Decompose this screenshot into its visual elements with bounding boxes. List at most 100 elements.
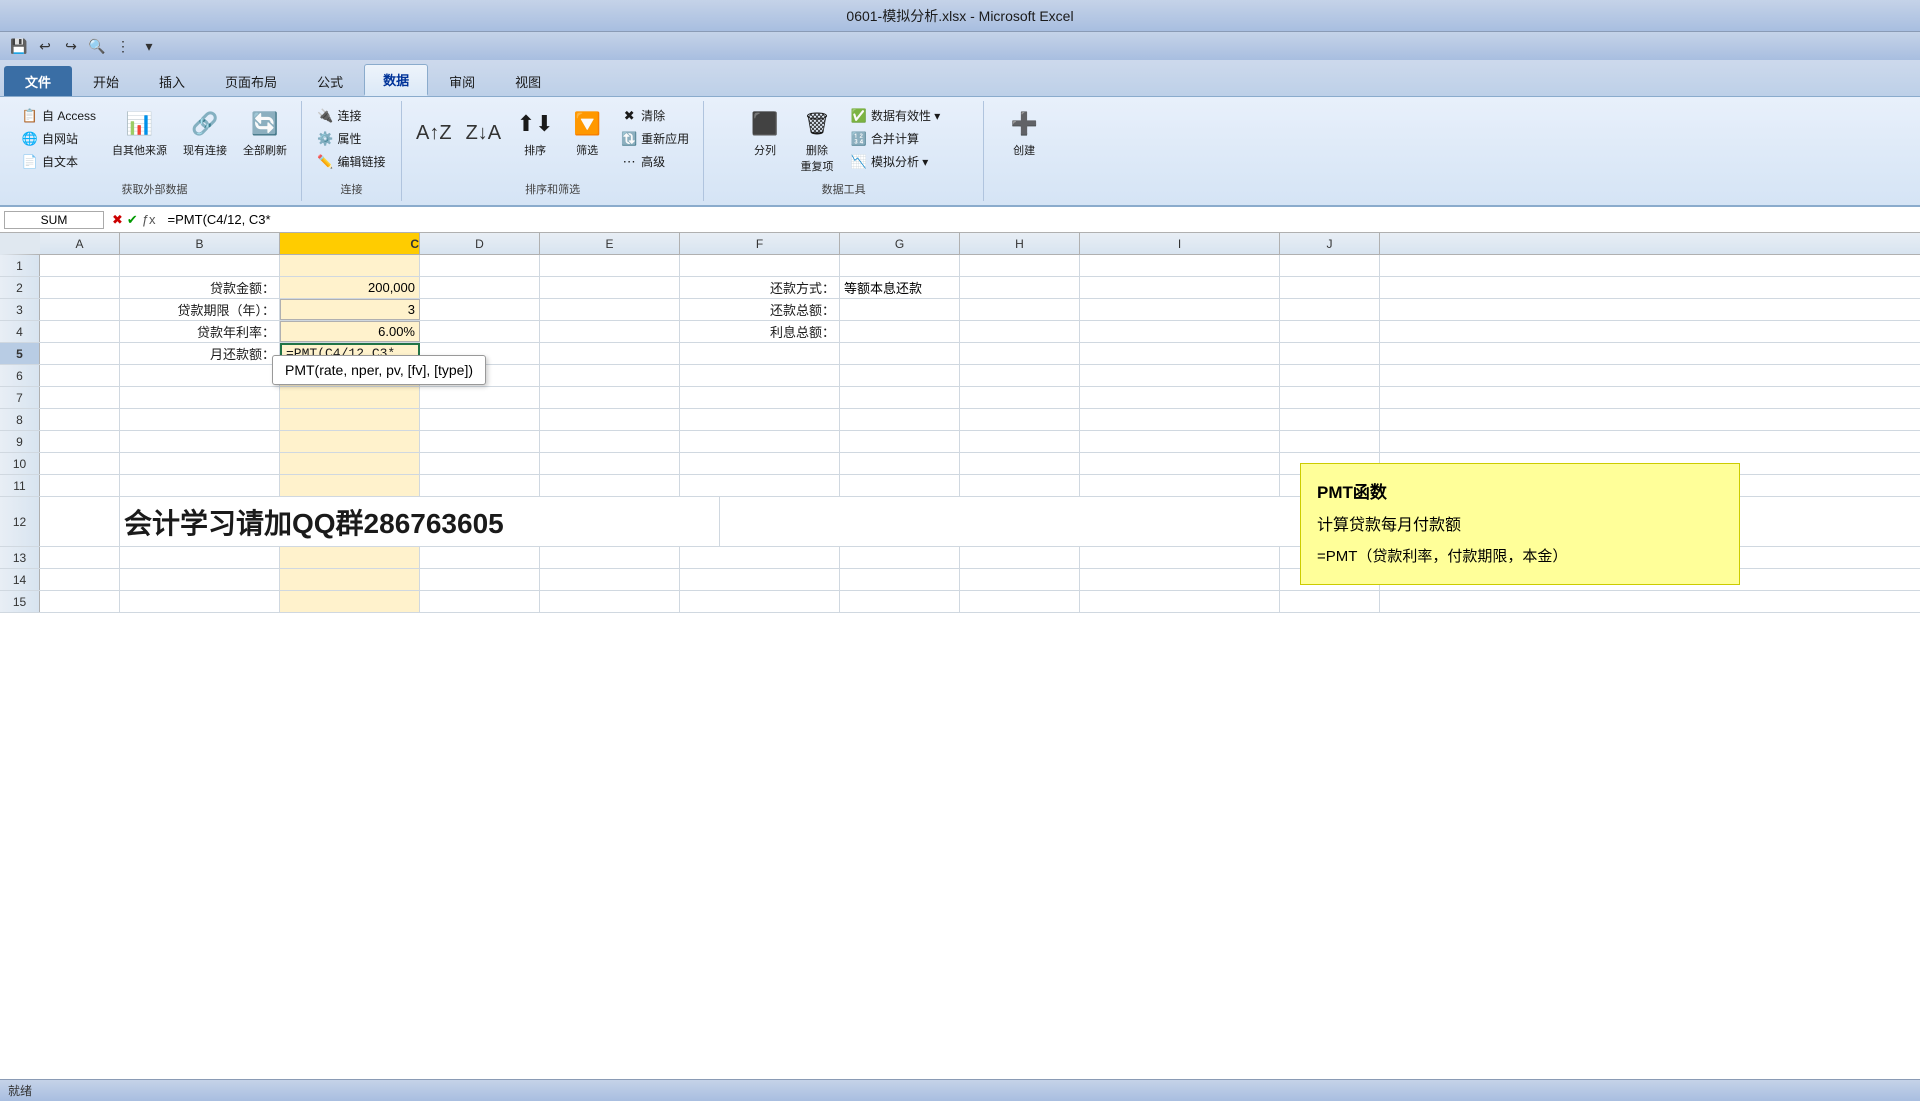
col-header-g[interactable]: G <box>840 233 960 254</box>
cell-e13[interactable] <box>540 547 680 568</box>
cell-b14[interactable] <box>120 569 280 590</box>
cell-c1[interactable] <box>280 255 420 276</box>
cell-j15[interactable] <box>1280 591 1380 612</box>
row-header-15[interactable]: 15 <box>0 591 40 612</box>
cell-b8[interactable] <box>120 409 280 430</box>
split-button[interactable]: ⬛ 分列 <box>741 105 789 161</box>
cell-g8[interactable] <box>840 409 960 430</box>
cell-g13[interactable] <box>840 547 960 568</box>
cell-a1[interactable] <box>40 255 120 276</box>
cell-g9[interactable] <box>840 431 960 452</box>
cell-i13[interactable] <box>1080 547 1280 568</box>
cell-j2[interactable] <box>1280 277 1380 298</box>
row-header-4[interactable]: 4 <box>0 321 40 342</box>
create-button[interactable]: ➕ 创建 <box>1000 105 1048 161</box>
row-header-11[interactable]: 11 <box>0 475 40 496</box>
cell-g6[interactable] <box>840 365 960 386</box>
cell-j9[interactable] <box>1280 431 1380 452</box>
cell-c9[interactable] <box>280 431 420 452</box>
cell-j6[interactable] <box>1280 365 1380 386</box>
cell-j1[interactable] <box>1280 255 1380 276</box>
col-header-j[interactable]: J <box>1280 233 1380 254</box>
existing-connections-button[interactable]: 🔗 现有连接 <box>177 105 233 161</box>
cell-b4[interactable]: 贷款年利率： <box>120 321 280 342</box>
confirm-icon[interactable]: ✔ <box>127 212 138 228</box>
cell-h7[interactable] <box>960 387 1080 408</box>
cell-f4[interactable]: 利息总额： <box>680 321 840 342</box>
cell-a10[interactable] <box>40 453 120 474</box>
cell-a7[interactable] <box>40 387 120 408</box>
cell-e3[interactable] <box>540 299 680 320</box>
row-header-6[interactable]: 6 <box>0 365 40 386</box>
cell-g15[interactable] <box>840 591 960 612</box>
zoom-button[interactable]: 🔍 <box>86 35 108 57</box>
row-header-8[interactable]: 8 <box>0 409 40 430</box>
cell-g2[interactable]: 等额本息还款 <box>840 277 960 298</box>
website-button[interactable]: 🌐 自网站 <box>16 128 102 149</box>
cell-i5[interactable] <box>1080 343 1280 364</box>
cell-e6[interactable] <box>540 365 680 386</box>
sort-button[interactable]: ⬆⬇ 排序 <box>511 105 559 161</box>
cell-e8[interactable] <box>540 409 680 430</box>
cell-g10[interactable] <box>840 453 960 474</box>
cell-f7[interactable] <box>680 387 840 408</box>
cell-a14[interactable] <box>40 569 120 590</box>
col-header-i[interactable]: I <box>1080 233 1280 254</box>
cell-g7[interactable] <box>840 387 960 408</box>
cell-e4[interactable] <box>540 321 680 342</box>
col-header-c[interactable]: C <box>280 233 420 254</box>
name-box[interactable]: SUM <box>4 211 104 229</box>
cell-i9[interactable] <box>1080 431 1280 452</box>
col-header-f[interactable]: F <box>680 233 840 254</box>
cell-b5[interactable]: 月还款额： <box>120 343 280 364</box>
cell-j3[interactable] <box>1280 299 1380 320</box>
row-header-7[interactable]: 7 <box>0 387 40 408</box>
cell-f5[interactable] <box>680 343 840 364</box>
row-header-1[interactable]: 1 <box>0 255 40 276</box>
cell-b2[interactable]: 贷款金额： <box>120 277 280 298</box>
cell-f9[interactable] <box>680 431 840 452</box>
cell-g4[interactable] <box>840 321 960 342</box>
filter-button[interactable]: 🔽 筛选 <box>563 105 611 161</box>
cell-c8[interactable] <box>280 409 420 430</box>
cell-f1[interactable] <box>680 255 840 276</box>
col-header-a[interactable]: A <box>40 233 120 254</box>
cell-g11[interactable] <box>840 475 960 496</box>
cell-j7[interactable] <box>1280 387 1380 408</box>
save-button[interactable]: 💾 <box>8 35 30 57</box>
col-header-b[interactable]: B <box>120 233 280 254</box>
cell-i4[interactable] <box>1080 321 1280 342</box>
cell-c14[interactable] <box>280 569 420 590</box>
text-button[interactable]: 📄 自文本 <box>16 151 102 172</box>
cell-f14[interactable] <box>680 569 840 590</box>
cell-d13[interactable] <box>420 547 540 568</box>
cell-a3[interactable] <box>40 299 120 320</box>
row-header-2[interactable]: 2 <box>0 277 40 298</box>
cell-f11[interactable] <box>680 475 840 496</box>
row-header-10[interactable]: 10 <box>0 453 40 474</box>
cell-h11[interactable] <box>960 475 1080 496</box>
cell-i2[interactable] <box>1080 277 1280 298</box>
sort-asc-button[interactable]: A↑Z <box>410 119 458 148</box>
cell-e5[interactable] <box>540 343 680 364</box>
cell-b6[interactable] <box>120 365 280 386</box>
cell-f15[interactable] <box>680 591 840 612</box>
cell-h1[interactable] <box>960 255 1080 276</box>
tab-formula[interactable]: 公式 <box>298 66 362 96</box>
cell-d11[interactable] <box>420 475 540 496</box>
cell-c7[interactable] <box>280 387 420 408</box>
row-header-5[interactable]: 5 <box>0 343 40 364</box>
cell-i14[interactable] <box>1080 569 1280 590</box>
cell-d8[interactable] <box>420 409 540 430</box>
cell-f13[interactable] <box>680 547 840 568</box>
cell-b12[interactable]: 会计学习请加QQ群286763605 <box>120 497 720 546</box>
tab-pagelayout[interactable]: 页面布局 <box>206 66 296 96</box>
dropdown-button[interactable]: ▾ <box>138 35 160 57</box>
cell-b10[interactable] <box>120 453 280 474</box>
cell-g5[interactable] <box>840 343 960 364</box>
cell-b3[interactable]: 贷款期限（年）： <box>120 299 280 320</box>
cell-d10[interactable] <box>420 453 540 474</box>
cell-b13[interactable] <box>120 547 280 568</box>
cell-a15[interactable] <box>40 591 120 612</box>
cell-a6[interactable] <box>40 365 120 386</box>
